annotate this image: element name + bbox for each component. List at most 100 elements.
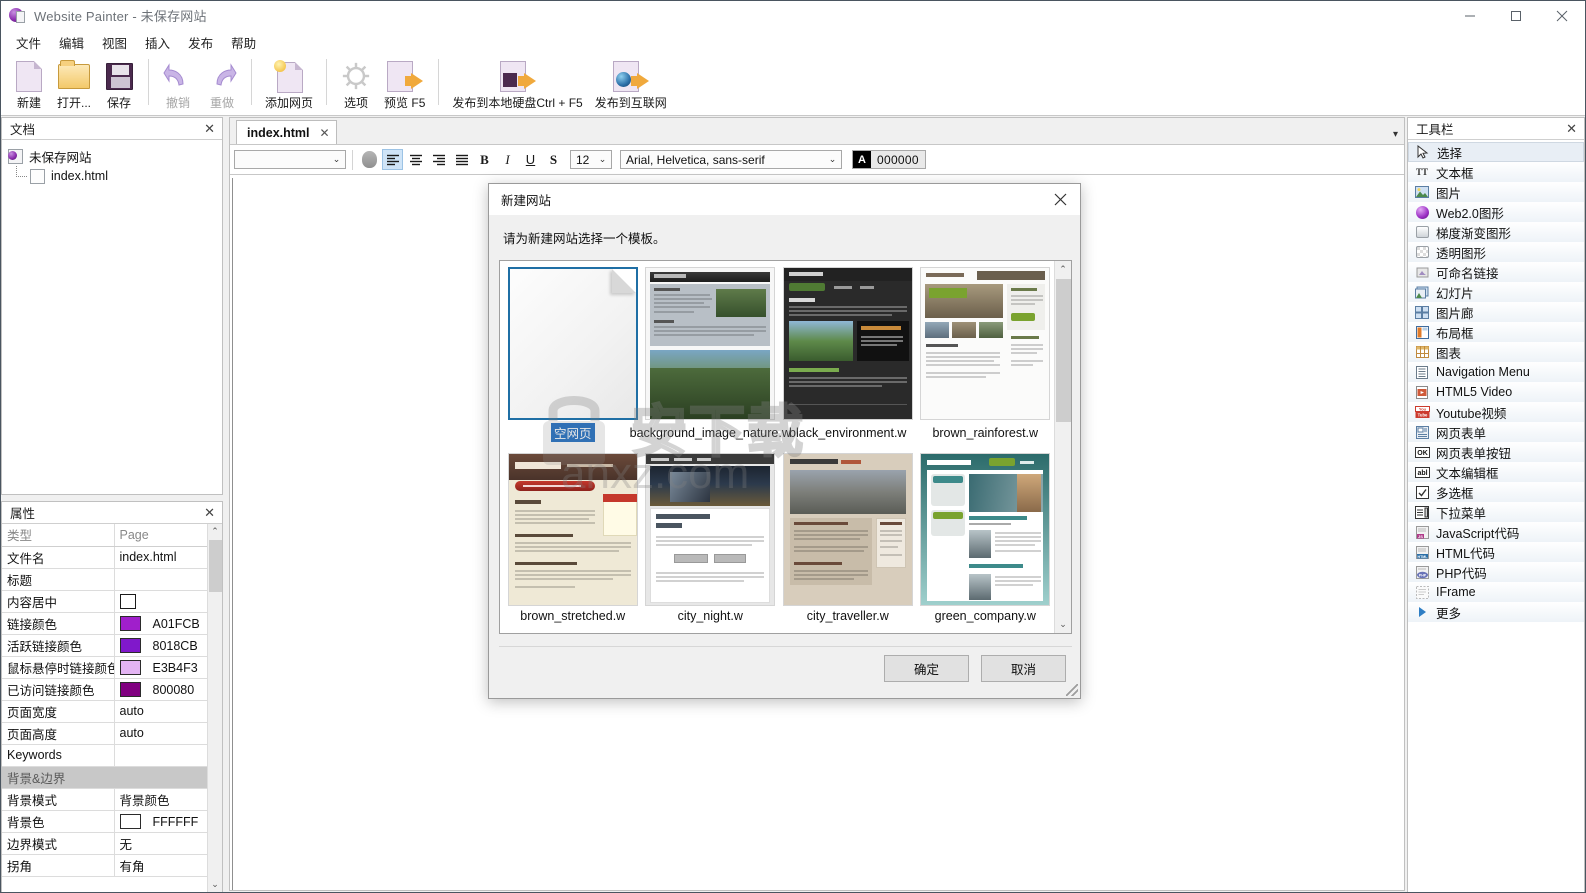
scroll-down-icon[interactable]: ⌄ (208, 877, 222, 892)
save-button[interactable]: 保存 (97, 56, 141, 111)
template-item[interactable]: background_image_nature.w (630, 265, 791, 451)
tab-close-icon[interactable]: ✕ (320, 126, 330, 140)
tool-item-javascript-code[interactable]: JS JavaScript代码 (1408, 522, 1584, 542)
tool-item-form-button[interactable]: OK 网页表单按钮 (1408, 442, 1584, 462)
tool-item-php-code[interactable]: PHP PHP代码 (1408, 562, 1584, 582)
property-row[interactable]: 内容居中 (2, 590, 222, 613)
tool-item-web-form[interactable]: 网页表单 (1408, 422, 1584, 442)
cancel-button[interactable]: 取消 (981, 655, 1066, 682)
tool-item-named-anchor[interactable]: 可命名链接 (1408, 262, 1584, 282)
properties-panel-close-icon[interactable]: ✕ (201, 505, 218, 521)
tool-item-table[interactable]: 图表 (1408, 342, 1584, 362)
template-item[interactable]: city_traveller.w (779, 451, 917, 633)
tool-item-navigation-menu[interactable]: Navigation Menu (1408, 362, 1584, 382)
color-swatch[interactable] (119, 637, 141, 653)
property-value[interactable]: 背景颜色 (114, 788, 222, 811)
menu-insert[interactable]: 插入 (136, 30, 179, 55)
template-item[interactable]: brown_rainforest.w (917, 265, 1055, 451)
tree-item-site[interactable]: 未保存网站 (8, 146, 222, 166)
property-row[interactable]: 页面高度 auto (2, 722, 222, 745)
template-thumbnail[interactable] (507, 267, 638, 420)
menu-publish[interactable]: 发布 (179, 30, 222, 55)
tree-item-index-html[interactable]: index.html (30, 166, 222, 186)
property-row[interactable]: 拐角 有角 (2, 854, 222, 877)
template-thumbnail[interactable] (782, 267, 913, 420)
property-row[interactable]: 已访问链接颜色 800080 (2, 678, 222, 701)
scrollbar-thumb[interactable] (209, 540, 222, 592)
template-item[interactable]: green_company.w (917, 451, 1055, 633)
bold-button[interactable]: B (474, 149, 495, 170)
preview-button[interactable]: 预览 F5 (378, 56, 431, 111)
publish-local-button[interactable]: 发布到本地硬盘Ctrl + F5 (446, 56, 588, 111)
menu-view[interactable]: 视图 (93, 30, 136, 55)
template-thumbnail[interactable] (782, 453, 913, 606)
tool-item-more[interactable]: 更多 (1408, 602, 1584, 622)
paragraph-style-select[interactable]: ⌄ (234, 150, 346, 169)
menu-edit[interactable]: 编辑 (50, 30, 93, 55)
tool-item-gallery[interactable]: 图片廊 (1408, 302, 1584, 322)
redo-button[interactable]: 重做 (200, 56, 244, 111)
template-item[interactable]: city_night.w (642, 451, 780, 633)
property-value[interactable]: FFFFFF (114, 810, 222, 833)
tool-item-iframe[interactable]: IFrame (1408, 582, 1584, 602)
align-right-icon[interactable] (428, 149, 449, 170)
property-value[interactable]: 无 (114, 832, 222, 855)
text-color-picker[interactable]: A 000000 (852, 150, 926, 169)
menu-help[interactable]: 帮助 (222, 30, 265, 55)
property-value[interactable]: 800080 (114, 678, 222, 701)
property-value[interactable]: E3B4F3 (114, 656, 222, 679)
color-swatch[interactable] (119, 681, 141, 697)
property-row[interactable]: 背景模式 背景颜色 (2, 788, 222, 811)
tool-item-checkbox[interactable]: 多选框 (1408, 482, 1584, 502)
color-swatch[interactable] (119, 659, 141, 675)
property-row[interactable]: 边界模式 无 (2, 832, 222, 855)
close-button[interactable] (1539, 1, 1585, 30)
property-row[interactable]: 标题 (2, 568, 222, 591)
tool-item-html-code[interactable]: HTML HTML代码 (1408, 542, 1584, 562)
menu-file[interactable]: 文件 (7, 30, 50, 55)
property-value[interactable] (114, 568, 222, 591)
template-thumbnail[interactable] (920, 267, 1051, 420)
property-row[interactable]: 链接颜色 A01FCB (2, 612, 222, 635)
color-swatch[interactable] (119, 615, 141, 631)
template-item[interactable]: black_environment.w (779, 265, 917, 451)
tool-item-html5-video[interactable]: HTML5 Video (1408, 382, 1584, 402)
tool-item-layout-box[interactable]: 布局框 (1408, 322, 1584, 342)
italic-button[interactable]: I (497, 149, 518, 170)
property-value[interactable]: 8018CB (114, 634, 222, 657)
scroll-up-icon[interactable]: ⌃ (1055, 261, 1071, 278)
color-swatch[interactable] (119, 813, 141, 829)
property-row[interactable]: 鼠标悬停时链接颜色 E3B4F3 (2, 656, 222, 679)
tool-item-slideshow[interactable]: 幻灯片 (1408, 282, 1584, 302)
template-scrollbar[interactable]: ⌃ ⌄ (1054, 261, 1071, 633)
property-value[interactable]: A01FCB (114, 612, 222, 635)
maximize-button[interactable] (1493, 1, 1539, 30)
template-thumbnail[interactable] (645, 453, 776, 606)
property-value[interactable]: auto (114, 700, 222, 723)
property-row[interactable]: 文件名 index.html (2, 546, 222, 569)
template-thumbnail[interactable] (920, 453, 1051, 606)
align-justify-icon[interactable] (451, 149, 472, 170)
tool-item-gradient-shape[interactable]: 梯度渐变图形 (1408, 222, 1584, 242)
content-center-checkbox[interactable] (119, 593, 136, 609)
property-value[interactable]: index.html (114, 546, 222, 569)
font-size-select[interactable]: 12 ⌄ (570, 150, 612, 169)
options-button[interactable]: 选项 (334, 56, 378, 111)
tool-item-web20-shape[interactable]: Web2.0图形 (1408, 202, 1584, 222)
tool-item-image[interactable]: 图片 (1408, 182, 1584, 202)
tool-item-select[interactable]: 选择 (1408, 142, 1584, 162)
property-row[interactable]: 页面宽度 auto (2, 700, 222, 723)
open-button[interactable]: 打开... (51, 56, 97, 111)
toolbox-panel-close-icon[interactable]: ✕ (1563, 121, 1580, 137)
template-item[interactable]: brown_stretched.w (504, 451, 642, 633)
ok-button[interactable]: 确定 (884, 655, 969, 682)
underline-button[interactable]: U (520, 149, 541, 170)
property-row[interactable]: 背景色 FFFFFF (2, 810, 222, 833)
undo-button[interactable]: 撤销 (156, 56, 200, 111)
template-thumbnail[interactable] (507, 453, 638, 606)
tool-item-dropdown[interactable]: 下拉菜单 (1408, 502, 1584, 522)
property-value[interactable]: 有角 (114, 854, 222, 877)
template-thumbnail[interactable] (645, 267, 776, 420)
property-row[interactable]: 活跃链接颜色 8018CB (2, 634, 222, 657)
property-value[interactable] (114, 744, 222, 767)
